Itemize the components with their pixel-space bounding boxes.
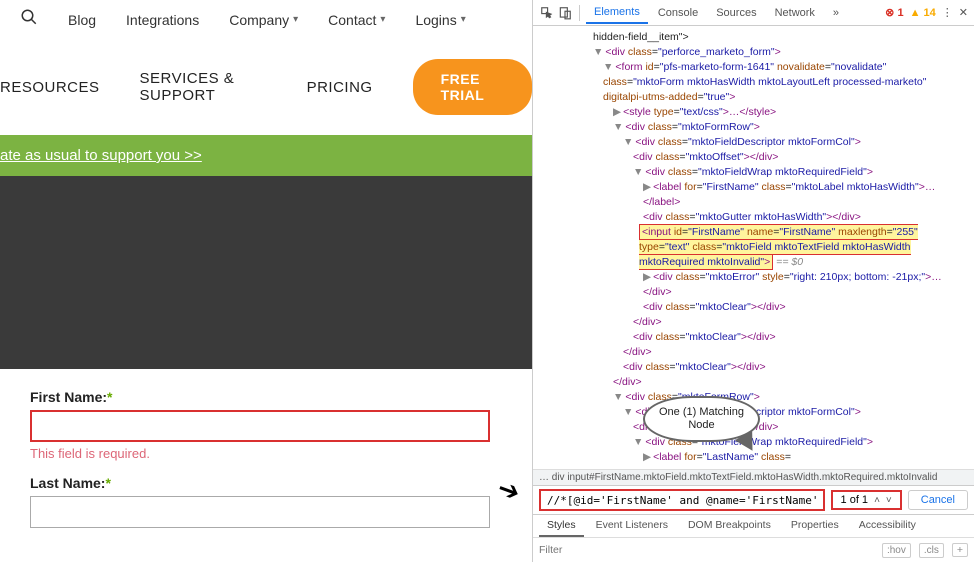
tab-console[interactable]: Console: [650, 3, 706, 23]
first-name-row: First Name:* This field is required.: [30, 389, 502, 461]
subtab-event-listeners[interactable]: Event Listeners: [588, 515, 676, 537]
nav-resources[interactable]: RESOURCES: [0, 79, 100, 96]
dom-node[interactable]: </div>: [539, 315, 968, 330]
kebab-icon[interactable]: ⋮: [942, 6, 953, 19]
tab-elements[interactable]: Elements: [586, 2, 648, 24]
dom-tree[interactable]: hidden-field__item"> ▼<div class="perfor…: [533, 26, 974, 469]
last-name-input[interactable]: [30, 496, 490, 528]
first-name-error: This field is required.: [30, 446, 502, 461]
devtools-panel: Elements Console Sources Network » ⊗ 1 ▲…: [532, 0, 974, 562]
styles-subtabs: Styles Event Listeners DOM Breakpoints P…: [533, 515, 974, 538]
hov-toggle[interactable]: :hov: [882, 543, 911, 558]
chevron-down-icon: ▾: [293, 14, 298, 25]
dom-node[interactable]: ▶<label for="LastName" class=: [539, 450, 968, 465]
nav-contact[interactable]: Contact▾: [328, 12, 385, 28]
devtools-tabs: Elements Console Sources Network » ⊗ 1 ▲…: [533, 0, 974, 26]
cls-toggle[interactable]: .cls: [919, 543, 944, 558]
prev-match-button[interactable]: ˄: [874, 495, 880, 506]
dom-node[interactable]: ▼<div class="mktoFieldDescriptor mktoFor…: [539, 135, 968, 150]
main-nav: RESOURCES SERVICES & SUPPORT PRICING FRE…: [0, 39, 532, 135]
dom-node[interactable]: <div class="mktoGutter mktoHasWidth"></d…: [539, 210, 968, 225]
top-nav: Blog Integrations Company▾ Contact▾ Logi…: [0, 0, 532, 39]
error-count-icon[interactable]: ⊗ 1: [885, 6, 903, 19]
dom-node[interactable]: ▼<div class="mktoFormRow">: [539, 390, 968, 405]
first-name-input[interactable]: [30, 410, 490, 442]
warning-count-icon[interactable]: ▲ 14: [910, 7, 936, 19]
tab-network[interactable]: Network: [767, 3, 823, 23]
chevron-down-icon: ▾: [380, 14, 385, 25]
close-icon[interactable]: ✕: [959, 6, 968, 19]
device-icon[interactable]: [557, 5, 573, 21]
required-mark: *: [107, 389, 112, 405]
dom-selected-node[interactable]: <input id="FirstName" name="FirstName" m…: [539, 225, 968, 270]
tab-more[interactable]: »: [825, 3, 847, 23]
nav-company[interactable]: Company▾: [229, 12, 298, 28]
subtab-accessibility[interactable]: Accessibility: [851, 515, 924, 537]
dom-node[interactable]: </div>: [539, 375, 968, 390]
dom-node[interactable]: ▶<label for="FirstName" class="mktoLabel…: [539, 180, 968, 210]
dom-node[interactable]: ▶<div class="mktoError" style="right: 21…: [539, 270, 968, 300]
subtab-dom-breakpoints[interactable]: DOM Breakpoints: [680, 515, 779, 537]
hero-dark: [0, 176, 532, 369]
breadcrumb-path[interactable]: … div input#FirstName.mktoField.mktoText…: [533, 469, 974, 485]
nav-integrations[interactable]: Integrations: [126, 12, 199, 28]
dom-node[interactable]: ▶<style type="text/css">…</style>: [539, 105, 968, 120]
chevron-down-icon: ▾: [461, 14, 466, 25]
styles-filter-row: :hov .cls +: [533, 538, 974, 562]
dom-node[interactable]: </div>: [539, 345, 968, 360]
nav-blog[interactable]: Blog: [68, 12, 96, 28]
subtab-styles[interactable]: Styles: [539, 515, 584, 537]
styles-filter-input[interactable]: [539, 541, 874, 559]
dom-node[interactable]: ▼<div class="mktoFormRow">: [539, 120, 968, 135]
dom-node[interactable]: ▼<div class="perforce_marketo_form">: [539, 45, 968, 60]
search-result-count: 1 of 1 ˄ ˅: [831, 490, 902, 510]
free-trial-button[interactable]: FREE TRIAL: [413, 59, 532, 115]
nav-pricing[interactable]: PRICING: [307, 79, 373, 96]
dom-node[interactable]: hidden-field__item">: [539, 30, 968, 45]
tab-sources[interactable]: Sources: [708, 3, 764, 23]
announcement-bar[interactable]: ate as usual to support you >>: [0, 135, 532, 176]
last-name-row: Last Name:*: [30, 475, 502, 528]
dom-node[interactable]: <div class="mktoClear"></div>: [539, 300, 968, 315]
nav-logins[interactable]: Logins▾: [415, 12, 465, 28]
inspect-icon[interactable]: [539, 5, 555, 21]
required-mark: *: [105, 475, 110, 491]
add-style-icon[interactable]: +: [952, 543, 968, 557]
next-match-button[interactable]: ˅: [886, 495, 892, 506]
subtab-properties[interactable]: Properties: [783, 515, 847, 537]
cancel-button[interactable]: Cancel: [908, 490, 968, 510]
nav-services[interactable]: SERVICES & SUPPORT: [140, 70, 267, 104]
dom-node[interactable]: <div class="mktoOffset"></div>: [539, 150, 968, 165]
dom-node[interactable]: ▼<form id="pfs-marketo-form-1641" novali…: [539, 60, 968, 105]
first-name-label: First Name:*: [30, 389, 502, 405]
dom-node[interactable]: ▼<div class="mktoFieldWrap mktoRequiredF…: [539, 165, 968, 180]
search-icon[interactable]: [20, 8, 38, 31]
dom-search-input[interactable]: [539, 489, 825, 511]
last-name-label: Last Name:*: [30, 475, 502, 491]
dom-search-row: 1 of 1 ˄ ˅ Cancel: [533, 485, 974, 515]
dom-node[interactable]: <div class="mktoClear"></div>: [539, 360, 968, 375]
form-area: First Name:* This field is required. Las…: [0, 369, 532, 562]
dom-node[interactable]: <div class="mktoClear"></div>: [539, 330, 968, 345]
